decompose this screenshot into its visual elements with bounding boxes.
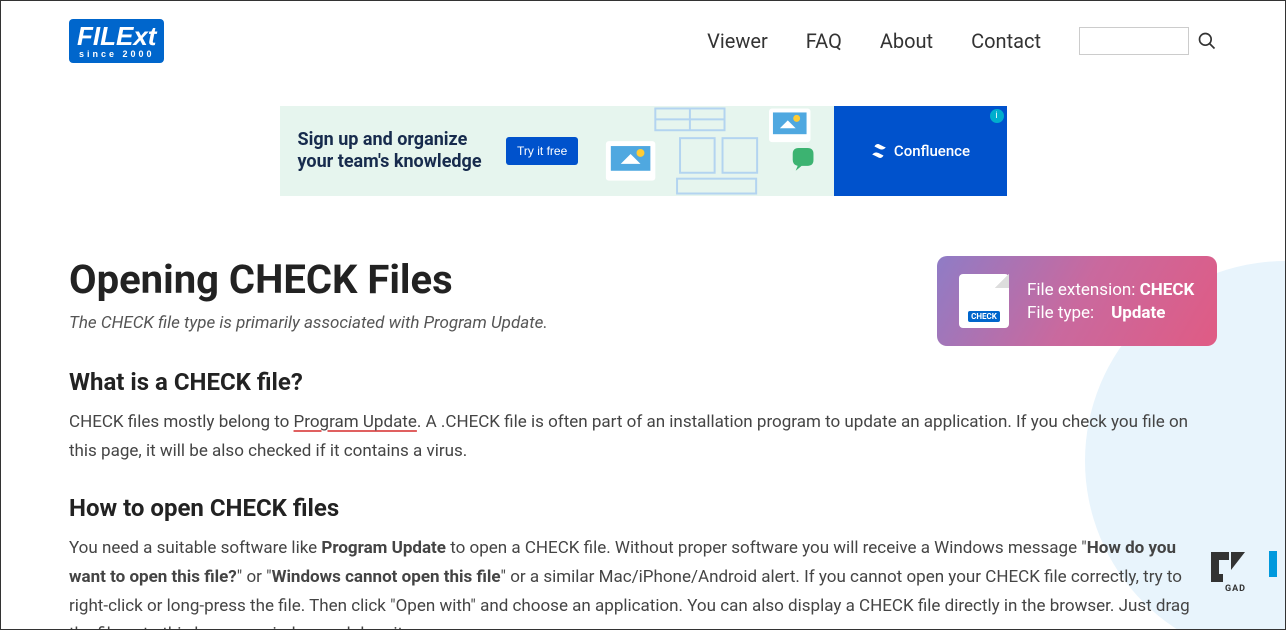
nav-contact[interactable]: Contact	[971, 29, 1041, 53]
nav-about[interactable]: About	[880, 29, 933, 53]
search-box	[1079, 27, 1217, 55]
header: FILExt since 2000 Viewer FAQ About Conta…	[1, 1, 1285, 81]
content: Sign up and organize your team's knowled…	[1, 106, 1285, 630]
type-value: Update	[1111, 303, 1165, 323]
ad-illustration	[596, 106, 833, 196]
confluence-icon	[870, 142, 888, 160]
ext-label: File extension:	[1027, 280, 1140, 300]
section2-body: You need a suitable software like Progra…	[69, 534, 1217, 630]
watermark-accent	[1269, 551, 1277, 577]
main-nav: Viewer FAQ About Contact	[707, 27, 1217, 55]
program-update-link[interactable]: Program Update	[294, 412, 417, 432]
logo[interactable]: FILExt since 2000	[69, 19, 164, 63]
file-icon-label: CHECK	[968, 311, 1000, 322]
ad-banner[interactable]: Sign up and organize your team's knowled…	[280, 106, 1007, 196]
ad-brand: Confluence	[834, 106, 1007, 196]
section2-title: How to open CHECK files	[69, 494, 1217, 522]
logo-text: FILExt	[77, 23, 156, 49]
file-info-card: CHECK File extension: CHECK File type: U…	[937, 256, 1217, 346]
search-icon[interactable]	[1197, 31, 1217, 51]
ad-info-icon[interactable]: i	[990, 109, 1004, 123]
section1-title: What is a CHECK file?	[69, 368, 1217, 396]
watermark-logo: GAD	[1209, 544, 1264, 584]
logo-subtitle: since 2000	[77, 49, 156, 59]
ad-brand-name: Confluence	[894, 142, 970, 160]
watermark: GAD	[1209, 544, 1277, 584]
page-subtitle: The CHECK file type is primarily associa…	[69, 313, 548, 333]
ad-headline: Sign up and organize your team's knowled…	[298, 129, 493, 174]
ad-cta-button[interactable]: Try it free	[506, 137, 578, 165]
ad-left: Sign up and organize your team's knowled…	[280, 106, 597, 196]
page-title: Opening CHECK Files	[69, 256, 548, 303]
section1-body: CHECK files mostly belong to Program Upd…	[69, 408, 1217, 466]
ext-value: CHECK	[1140, 280, 1195, 300]
search-input[interactable]	[1079, 27, 1189, 55]
type-label: File type:	[1027, 303, 1094, 323]
nav-faq[interactable]: FAQ	[806, 29, 842, 53]
file-info-text: File extension: CHECK File type: Update	[1027, 277, 1194, 326]
nav-viewer[interactable]: Viewer	[707, 29, 768, 53]
watermark-text: GAD	[1225, 584, 1246, 594]
file-icon: CHECK	[959, 274, 1009, 328]
